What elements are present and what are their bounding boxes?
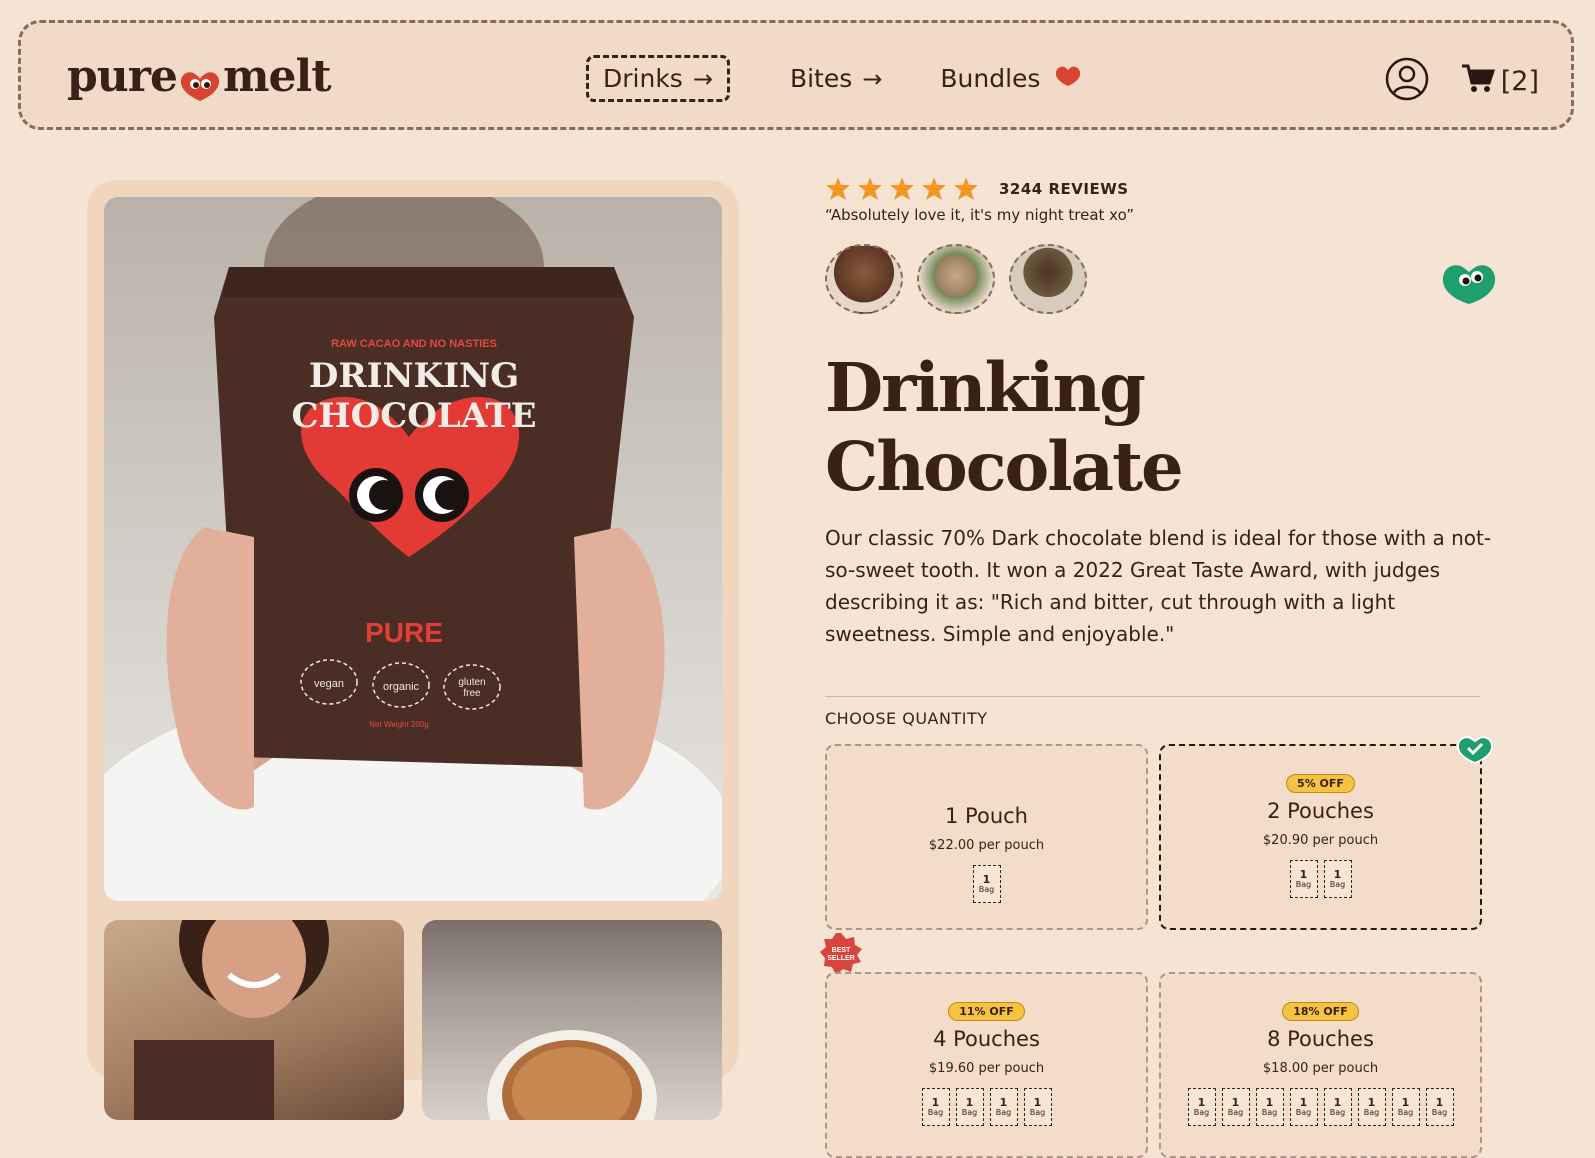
pack-line2: CHOCOLATE xyxy=(291,396,536,436)
divider xyxy=(825,696,1480,697)
bag-icon: 1 Bag xyxy=(1221,1088,1250,1126)
product-title: Drinking Chocolate xyxy=(825,348,1184,506)
nav-actions: [2] xyxy=(1385,57,1539,105)
product-gallery: RAW CACAO AND NO NASTIES DRINKING CHOCOL… xyxy=(87,180,739,1120)
product-main-image[interactable]: RAW CACAO AND NO NASTIES DRINKING CHOCOL… xyxy=(104,197,722,901)
bag-icon: 1 Bag xyxy=(989,1088,1018,1126)
bag-icon: 1 Bag xyxy=(1289,1088,1318,1126)
cart-count: [2] xyxy=(1500,65,1539,97)
option-price: $19.60 per pouch xyxy=(928,1061,1045,1076)
option-price: $20.90 per pouch xyxy=(1262,833,1379,848)
star-icon xyxy=(826,177,978,200)
bag-icon: 1 Bag xyxy=(921,1088,950,1126)
menu-item-label: Drinks xyxy=(603,64,683,93)
review-quote: “Absolutely love it, it's my night treat… xyxy=(825,206,1134,224)
pack-tag-organic: organic xyxy=(383,681,420,693)
quantity-option-1-pouch[interactable]: 1 Pouch $22.00 per pouch 1 Bag xyxy=(825,744,1148,930)
discount-badge: 11% OFF xyxy=(948,1002,1025,1021)
check-icon xyxy=(1456,734,1494,768)
pack-tag-gluten: gluten xyxy=(458,677,485,688)
logo-text-right: melt xyxy=(222,51,332,102)
discount-badge: 18% OFF xyxy=(1282,1002,1359,1021)
pack-brand: PURE xyxy=(365,617,443,648)
pack-weight: Net Weight 200g xyxy=(369,720,428,729)
bag-icon: 1 Bag xyxy=(1023,1088,1052,1126)
bag-icon: 1 Bag xyxy=(1323,1088,1352,1126)
choose-quantity-label: CHOOSE QUANTITY xyxy=(825,709,988,728)
bag-icon: 1 Bag xyxy=(955,1088,984,1126)
green-mascot-icon xyxy=(1440,258,1498,310)
bag-icons: 1 Bag 1 Bag 1 Bag 1 Bag xyxy=(827,1088,1146,1126)
arrow-right-icon: → xyxy=(862,64,883,93)
avatar xyxy=(917,244,995,314)
review-count: 3244 REVIEWS xyxy=(999,180,1129,198)
cart-button[interactable]: [2] xyxy=(1461,63,1539,100)
product-thumbnail[interactable] xyxy=(422,920,722,1120)
menu-item-bites[interactable]: Bites → xyxy=(790,64,882,93)
menu-item-label: Bites xyxy=(789,64,853,93)
product-thumbnail[interactable] xyxy=(104,920,404,1120)
bag-icon: 1 Bag xyxy=(1391,1088,1420,1126)
bag-icons: 1 Bag 1 Bag xyxy=(1161,860,1480,898)
bag-icon: 1 Bag xyxy=(1289,860,1318,898)
best-seller-text-a: BEST xyxy=(832,947,851,954)
pack-tagline: RAW CACAO AND NO NASTIES xyxy=(331,338,497,350)
option-title: 2 Pouches xyxy=(1267,799,1374,823)
menu-item-drinks[interactable]: Drinks → xyxy=(586,55,730,102)
avatar xyxy=(1009,244,1087,314)
menu-item-bundles[interactable]: Bundles xyxy=(940,64,1082,93)
logo-heart-icon xyxy=(178,63,222,101)
bag-icon: 1 Bag xyxy=(1357,1088,1386,1126)
avatar xyxy=(825,244,903,314)
best-seller-text-b: SELLER xyxy=(827,955,855,962)
bag-icon: 1 Bag xyxy=(1255,1088,1284,1126)
rating-row[interactable]: 3244 REVIEWS xyxy=(825,176,1505,202)
pack-tag-free: free xyxy=(463,688,481,699)
reviewer-avatars xyxy=(825,244,1505,314)
product-description: Our classic 70% Dark chocolate blend is … xyxy=(825,526,1492,646)
top-navigation: pure melt Drinks → Bites → Bundles [2] xyxy=(18,20,1574,130)
pack-line1: DRINKING xyxy=(309,356,519,396)
brand-logo[interactable]: pure melt xyxy=(67,51,332,102)
star-rating xyxy=(825,176,985,202)
arrow-right-icon: → xyxy=(692,64,713,93)
logo-text-left: pure xyxy=(67,51,178,102)
option-title: 8 Pouches xyxy=(1267,1027,1374,1051)
bag-icon: 1 Bag xyxy=(1187,1088,1216,1126)
quantity-option-2-pouches[interactable]: 5% OFF 2 Pouches $20.90 per pouch 1 Bag 1… xyxy=(1159,736,1494,930)
main-menu: Drinks → Bites → Bundles xyxy=(586,55,1140,102)
option-price: $18.00 per pouch xyxy=(1262,1061,1379,1076)
quantity-option-8-pouches[interactable]: 18% OFF 8 Pouches $18.00 per pouch 1 Bag … xyxy=(1159,972,1482,1158)
cart-icon xyxy=(1461,63,1501,100)
menu-item-label: Bundles xyxy=(940,64,1041,93)
option-title: 4 Pouches xyxy=(933,1027,1040,1051)
heart-icon xyxy=(1054,64,1082,93)
quantity-option-4-pouches[interactable]: 11% OFF 4 Pouches $19.60 per pouch 1 Bag … xyxy=(825,972,1148,1158)
account-icon[interactable] xyxy=(1385,57,1429,105)
bag-icon: 1 Bag xyxy=(1425,1088,1454,1126)
pack-tag-vegan: vegan xyxy=(314,678,344,690)
discount-badge: 5% OFF xyxy=(1286,774,1355,793)
bag-icon: 1 Bag xyxy=(1323,860,1352,898)
bag-icon: 1 Bag xyxy=(972,865,1001,903)
product-info: 3244 REVIEWS “Absolutely love it, it's m… xyxy=(820,176,1505,1158)
bag-icons: 1 Bag 1 Bag 1 Bag 1 Bag 1 Bag 1 Bag 1 Bag 1 Bag xyxy=(1161,1088,1480,1126)
option-title: 1 Pouch xyxy=(945,804,1028,828)
bag-icons: 1 Bag xyxy=(827,865,1146,903)
option-price: $22.00 per pouch xyxy=(928,838,1045,853)
